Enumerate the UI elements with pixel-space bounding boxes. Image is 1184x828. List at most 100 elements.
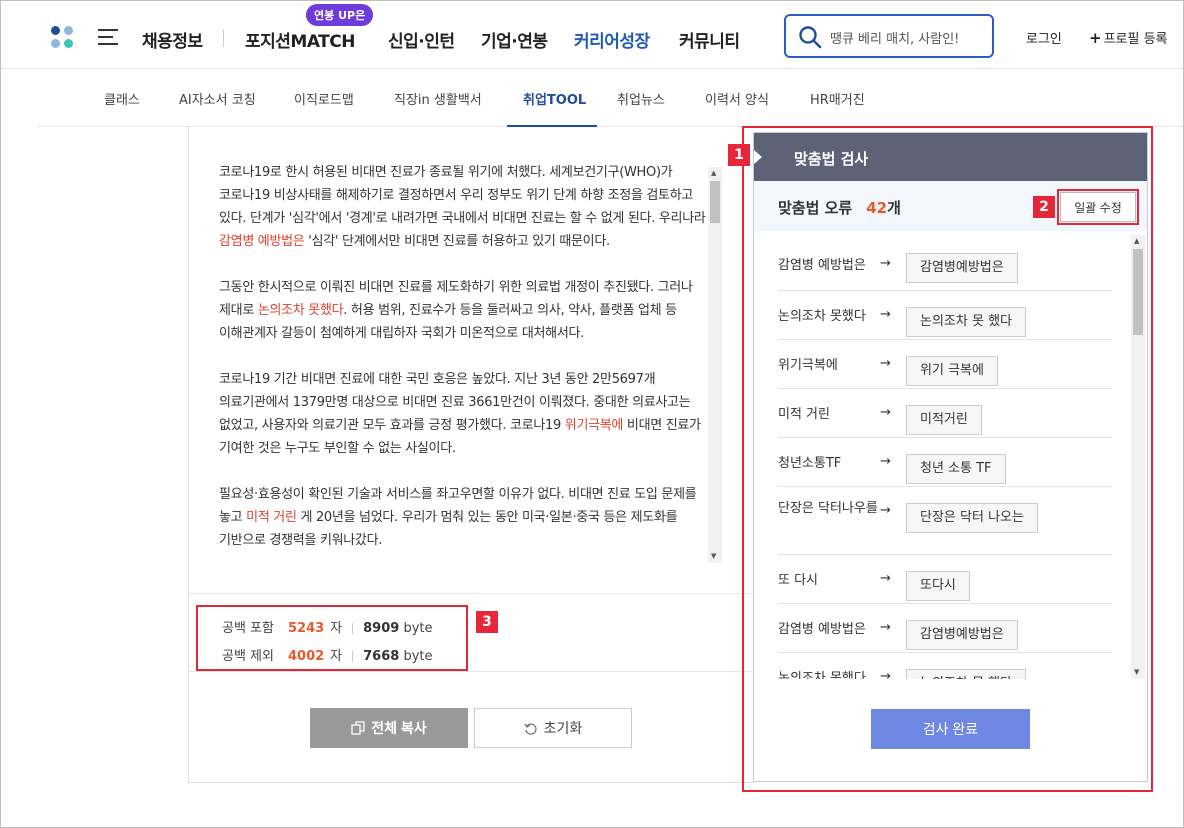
- salary-up-badge: 연봉 UP은: [306, 4, 374, 26]
- text-paragraph: 그동안 한시적으로 이뤄진 비대면 진료를 제도화하기 위한 의료법 개정이 추…: [219, 276, 707, 345]
- suggestion-button[interactable]: 미적거린: [906, 405, 982, 435]
- suggestion-button[interactable]: 단장은 닥터 나오는: [906, 503, 1038, 533]
- arrow-right-icon: →: [880, 356, 891, 371]
- error-summary: 맞춤법 오류 42개: [778, 197, 901, 218]
- char-count-box: 공백 포함 5243 자 8909 byte 공백 제외 4002 자 7668 byte: [196, 605, 468, 671]
- profile-register-link[interactable]: + 프로필 등록: [1089, 28, 1168, 47]
- copy-all-label: 전체 복사: [371, 720, 427, 736]
- search-input[interactable]: 땡큐 베리 매치, 사람인!: [784, 14, 994, 58]
- original-text: 논의조차 못했다: [778, 309, 866, 324]
- arrow-right-icon: →: [880, 503, 891, 518]
- suggestion-button[interactable]: 감염병예방법은: [906, 253, 1018, 283]
- spell-check-panel: 맞춤법 검사 맞춤법 오류 42개 일괄 수정 감염병 예방법은 → 감염병예방법은 논…: [753, 132, 1148, 782]
- tab-resume-form[interactable]: 이력서 양식: [705, 89, 769, 108]
- original-text: 감염병 예방법은: [778, 622, 866, 637]
- copy-all-button[interactable]: 전체 복사: [310, 708, 468, 748]
- text-input-area[interactable]: 코로나19로 한시 허용된 비대면 진료가 종료될 위기에 처했다. 세계보건기…: [219, 161, 707, 561]
- spelling-error-highlight[interactable]: 위기극복에: [565, 418, 624, 433]
- suggestion-button[interactable]: 또다시: [906, 571, 970, 601]
- scroll-up-icon[interactable]: ▲: [711, 170, 716, 177]
- count-label: 공백 포함: [222, 621, 274, 636]
- copy-icon: [351, 721, 365, 735]
- gnb-divider: [223, 29, 224, 47]
- original-text: 감염병 예방법은: [778, 258, 866, 273]
- annotation-marker-3: 3: [476, 611, 498, 633]
- byte-count: 7668: [363, 649, 400, 664]
- text-scrollbar-thumb[interactable]: [710, 181, 720, 223]
- search-icon: [799, 26, 822, 49]
- header-triangle-icon: [754, 150, 762, 164]
- tab-career-roadmap[interactable]: 이직로드맵: [294, 89, 354, 108]
- text-paragraph: 코로나19로 한시 허용된 비대면 진료가 종료될 위기에 처했다. 세계보건기…: [219, 161, 707, 253]
- tab-office-life[interactable]: 직장in 생활백서: [394, 89, 482, 108]
- arrow-right-icon: →: [880, 307, 891, 322]
- correction-scrollbar-thumb[interactable]: [1133, 249, 1143, 335]
- gnb-menu-company[interactable]: 기업·연봉: [481, 27, 548, 52]
- correction-scrollbar[interactable]: ▲ ▼: [1131, 235, 1145, 679]
- reset-button[interactable]: 초기화: [474, 708, 632, 748]
- scroll-up-icon[interactable]: ▲: [1134, 238, 1139, 245]
- original-text: 청년소통TF: [778, 456, 842, 471]
- divider: [189, 593, 755, 594]
- correction-row: 위기극복에 → 위기 극복에: [778, 340, 1112, 389]
- correction-row: 감염병 예방법은 → 감염병예방법은: [778, 604, 1112, 653]
- arrow-right-icon: →: [880, 256, 891, 271]
- check-complete-button[interactable]: 검사 완료: [871, 709, 1030, 749]
- text-segment: '심각' 단계에서만 비대면 진료를 허용하고 있기 때문이다.: [304, 234, 610, 249]
- text-paragraph: 필요성·효용성이 확인된 기술과 서비스를 좌고우면할 이유가 없다. 비대면 …: [219, 483, 707, 552]
- gnb-menu-jobs[interactable]: 채용정보: [142, 27, 203, 52]
- sub-nav: 클래스 AI자소서 코칭 이직로드맵 직장in 생활백서 취업TOOL 취업뉴스…: [37, 69, 1183, 127]
- arrow-right-icon: →: [880, 620, 891, 635]
- tab-ai-cover-letter[interactable]: AI자소서 코칭: [179, 89, 256, 108]
- char-count: 5243: [287, 621, 325, 636]
- gnb-menu-position-match[interactable]: 포지션MATCH: [245, 27, 355, 52]
- tab-hr-magazine[interactable]: HR매거진: [810, 89, 865, 108]
- gnb-menu-career[interactable]: 커리어성장: [574, 27, 650, 52]
- original-text: 논의조차 못했다: [778, 671, 866, 679]
- suggestion-button[interactable]: 위기 극복에: [906, 356, 998, 386]
- char-unit: 자: [330, 649, 343, 664]
- suggestion-button[interactable]: 논의조차 못 했다: [906, 307, 1026, 337]
- error-summary-bar: 맞춤법 오류 42개 일괄 수정: [754, 181, 1147, 231]
- text-segment: 코로나19로 한시 허용된 비대면 진료가 종료될 위기에 처했다. 세계보건기…: [219, 165, 706, 226]
- char-count: 4002: [287, 649, 325, 664]
- annotation-marker-1: 1: [728, 144, 750, 166]
- correction-row: 단장은 닥터나우를 → 단장은 닥터 나오는: [778, 487, 1112, 555]
- error-label: 맞춤법 오류: [778, 199, 853, 217]
- correction-row: 논의조차 못했다 → 논의조차 못 했다: [778, 653, 1112, 679]
- tab-job-tool[interactable]: 취업TOOL: [523, 89, 586, 108]
- logo-icon[interactable]: [51, 26, 75, 50]
- spelling-error-highlight[interactable]: 감염병 예방법은: [219, 234, 305, 249]
- suggestion-button[interactable]: 청년 소통 TF: [906, 454, 1006, 484]
- divider: [189, 671, 755, 672]
- text-editor-panel: 코로나19로 한시 허용된 비대면 진료가 종료될 위기에 처했다. 세계보건기…: [188, 127, 755, 783]
- login-link[interactable]: 로그인: [1026, 28, 1062, 47]
- hamburger-menu-icon[interactable]: [98, 29, 118, 45]
- spell-check-header: 맞춤법 검사: [754, 133, 1147, 181]
- spelling-error-highlight[interactable]: 논의조차 못했다: [258, 303, 344, 318]
- correction-row: 미적 거린 → 미적거린: [778, 389, 1112, 438]
- correction-row: 논의조차 못했다 → 논의조차 못 했다: [778, 291, 1112, 340]
- reset-icon: [524, 723, 537, 736]
- plus-icon: +: [1089, 29, 1102, 47]
- byte-unit: byte: [403, 621, 433, 636]
- spelling-error-highlight[interactable]: 미적 거린: [246, 510, 297, 525]
- tab-job-news[interactable]: 취업뉴스: [617, 89, 665, 108]
- tab-class[interactable]: 클래스: [104, 89, 140, 108]
- byte-unit: byte: [403, 649, 433, 664]
- gnb-menu-community[interactable]: 커뮤니티: [679, 27, 740, 52]
- original-text: 미적 거린: [778, 407, 830, 422]
- scroll-down-icon[interactable]: ▼: [711, 553, 716, 560]
- error-unit: 개: [887, 199, 901, 217]
- count-without-space: 공백 제외 4002 자 7668 byte: [222, 645, 433, 664]
- fix-all-button[interactable]: 일괄 수정: [1060, 192, 1136, 222]
- gnb-menu-intern[interactable]: 신입·인턴: [388, 27, 455, 52]
- correction-list: 감염병 예방법은 → 감염병예방법은 논의조차 못했다 → 논의조차 못 했다 위기극복에 →…: [754, 235, 1147, 679]
- scroll-down-icon[interactable]: ▼: [1134, 669, 1139, 676]
- text-scrollbar[interactable]: ▲ ▼: [708, 167, 722, 563]
- suggestion-button[interactable]: 감염병예방법은: [906, 620, 1018, 650]
- suggestion-button[interactable]: 논의조차 못 했다: [906, 669, 1026, 679]
- original-text: 단장은 닥터나우를: [778, 501, 878, 516]
- correction-row: 청년소통TF → 청년 소통 TF: [778, 438, 1112, 487]
- search-placeholder: 땡큐 베리 매치, 사람인!: [830, 32, 960, 47]
